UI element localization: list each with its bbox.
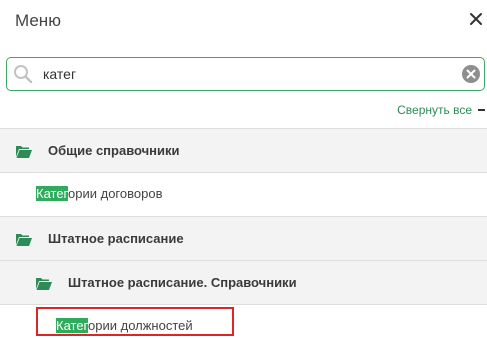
close-icon[interactable]: [468, 11, 484, 27]
tree-group-label: Общие справочники: [48, 143, 180, 158]
tree-item-label: Категории договоров: [36, 186, 162, 201]
folder-open-icon: [16, 234, 32, 246]
search-input[interactable]: [43, 63, 458, 85]
menu-title: Меню: [15, 11, 61, 30]
tree-subgroup-label: Штатное расписание. Справочники: [68, 275, 297, 290]
search-match-highlight: Катег: [56, 318, 89, 333]
folder-open-icon: [16, 146, 32, 158]
tree-item-label-rest: ории должностей: [88, 318, 193, 333]
search-box: [6, 57, 485, 91]
menu-header: Меню: [0, 0, 487, 46]
collapse-all-button[interactable]: Свернуть все: [397, 101, 485, 119]
search-match-highlight: Катег: [36, 186, 69, 201]
tree-subgroup-staffing-references[interactable]: Штатное расписание. Справочники: [0, 260, 487, 304]
tree-item-label: Категории должностей: [56, 318, 193, 333]
tree-group-staffing[interactable]: Штатное расписание: [0, 216, 487, 260]
tree-item-contract-categories[interactable]: Категории договоров: [0, 172, 487, 216]
tree-group-general-references[interactable]: Общие справочники: [0, 128, 487, 172]
collapse-all-label: Свернуть все: [397, 103, 472, 117]
tree-item-label-rest: ории договоров: [68, 186, 163, 201]
tree-group-label: Штатное расписание: [48, 231, 184, 246]
minus-icon: [478, 109, 485, 111]
search-icon: [14, 65, 33, 84]
tree-item-position-categories[interactable]: Категории должностей: [0, 304, 487, 338]
folder-open-icon: [36, 278, 52, 290]
clear-search-icon[interactable]: [462, 65, 480, 83]
